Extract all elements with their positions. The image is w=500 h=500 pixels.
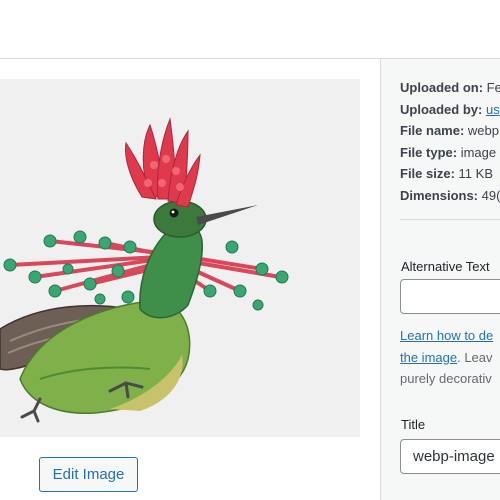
uploaded-on-label: Uploaded on: xyxy=(400,80,484,95)
uploaded-by-label: Uploaded by: xyxy=(400,101,483,117)
alt-text-help-continued: . Leav xyxy=(457,349,493,365)
alt-text-help-link[interactable]: Learn how to de xyxy=(400,328,493,343)
alt-text-help: Learn how to de the image. Leav purely d… xyxy=(400,325,500,390)
attachment-details-screen: ' xyxy=(0,0,500,500)
alt-text-help-link-continued[interactable]: the image xyxy=(400,350,457,365)
dimensions-value: 49( xyxy=(481,187,500,203)
alt-text-input[interactable] xyxy=(400,279,500,314)
title-input[interactable]: webp-image xyxy=(400,439,500,474)
attachment-info-sidebar: Uploaded on: Fe Uploaded by: us File nam… xyxy=(381,59,500,500)
modal-header: ' xyxy=(0,0,500,59)
file-type-value: image xyxy=(460,144,497,160)
edit-image-button[interactable]: Edit Image xyxy=(39,457,138,492)
neck xyxy=(139,223,204,319)
uploaded-on-value: Fe xyxy=(486,80,500,95)
alt-text-help-line3: purely decorativ xyxy=(400,371,492,386)
header-partial-glyph: ' xyxy=(0,14,1,37)
uploaded-by-row: Uploaded by: us xyxy=(400,99,500,121)
attachment-image xyxy=(0,79,360,437)
file-name-label: File name: xyxy=(400,123,465,138)
hummingbird-illustration xyxy=(0,117,289,423)
attachment-media-view: Edit Image xyxy=(0,59,381,500)
uploaded-by-link[interactable]: us xyxy=(486,102,500,117)
alt-text-label: Alternative Text xyxy=(401,259,490,274)
file-size-row: File size: 11 KB xyxy=(400,163,500,185)
uploaded-on-row: Uploaded on: Fe xyxy=(400,77,500,99)
file-details: Uploaded on: Fe Uploaded by: us File nam… xyxy=(400,77,500,206)
file-name-row: File name: webp xyxy=(400,120,500,142)
file-type-label: File type: xyxy=(400,144,458,160)
file-type-row: File type: image xyxy=(400,142,500,164)
file-name-value: webp xyxy=(467,123,499,138)
title-label: Title xyxy=(401,417,426,432)
file-size-value: 11 KB xyxy=(458,166,493,181)
dimensions-row: Dimensions: 49( xyxy=(400,185,500,207)
dimensions-label: Dimensions: xyxy=(400,187,479,203)
red-crest xyxy=(125,117,201,208)
details-divider xyxy=(400,219,500,220)
file-size-label: File size: xyxy=(400,166,455,181)
